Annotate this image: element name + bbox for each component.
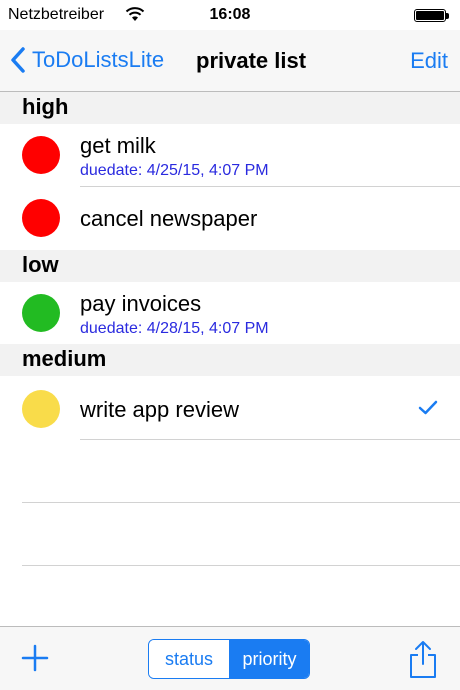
plus-icon[interactable] bbox=[20, 643, 50, 673]
section-header-medium: medium bbox=[0, 344, 460, 376]
section-title: medium bbox=[22, 346, 107, 371]
priority-dot-icon bbox=[22, 136, 60, 174]
todo-row-pay-invoices[interactable]: pay invoices duedate: 4/28/15, 4:07 PM bbox=[0, 282, 460, 344]
todo-row-write-app-review[interactable]: write app review bbox=[0, 376, 460, 439]
priority-dot-icon bbox=[22, 199, 60, 237]
checkmark-icon bbox=[418, 400, 438, 415]
back-button-label: ToDoListsLite bbox=[32, 47, 165, 72]
priority-dot-icon bbox=[22, 294, 60, 332]
battery-icon bbox=[414, 9, 449, 22]
bottom-toolbar: status priority bbox=[0, 626, 460, 690]
todo-row-cancel-newspaper[interactable]: cancel newspaper bbox=[0, 187, 460, 249]
todo-duedate: duedate: 4/28/15, 4:07 PM bbox=[80, 320, 269, 337]
section-header-high: high bbox=[0, 92, 460, 124]
row-divider bbox=[80, 439, 460, 440]
chevron-left-icon bbox=[11, 47, 25, 73]
todo-title: get milk bbox=[80, 133, 156, 158]
todo-title: pay invoices bbox=[80, 291, 202, 316]
todo-title: cancel newspaper bbox=[80, 206, 258, 231]
todo-row-get-milk[interactable]: get milk duedate: 4/25/15, 4:07 PM bbox=[0, 124, 460, 186]
empty-row-divider bbox=[22, 565, 460, 566]
section-title: high bbox=[22, 94, 69, 119]
priority-dot-icon bbox=[22, 390, 60, 428]
page-title: private list bbox=[196, 48, 307, 73]
status-bar: Netzbetreiber 16:08 bbox=[0, 0, 460, 30]
edit-button[interactable]: Edit bbox=[410, 48, 448, 74]
sort-segmented-control: status priority bbox=[148, 639, 310, 679]
navigation-bar: ToDoListsLite private list Edit bbox=[0, 30, 460, 92]
todo-title: write app review bbox=[80, 397, 239, 422]
todo-duedate: duedate: 4/25/15, 4:07 PM bbox=[80, 162, 269, 179]
section-header-low: low bbox=[0, 250, 460, 282]
empty-row-divider bbox=[22, 502, 460, 503]
share-icon[interactable] bbox=[408, 639, 438, 679]
clock: 16:08 bbox=[209, 6, 251, 23]
segment-status[interactable]: status bbox=[149, 640, 230, 678]
back-button[interactable]: ToDoListsLite bbox=[10, 42, 164, 78]
section-title: low bbox=[22, 252, 59, 277]
segment-priority[interactable]: priority bbox=[230, 640, 309, 678]
